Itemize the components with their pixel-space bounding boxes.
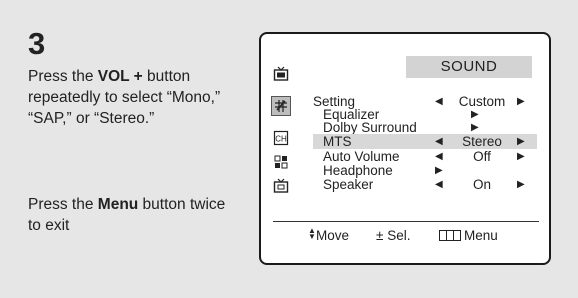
plus-minus-icon: ± [376,228,384,243]
footer-menu: Menu [439,227,498,245]
footer-menu-label: Menu [464,228,498,243]
footer-select: ± Sel. [376,227,410,245]
footer-move-label: Move [316,228,350,243]
sound-icon[interactable] [271,96,291,116]
function-icon[interactable] [271,152,291,172]
menu-row-label: Auto Volume [323,149,400,164]
vol-plus-button-label: VOL + [97,68,143,85]
menu-row-label: Dolby Surround [323,120,417,135]
menu-row-mts[interactable]: MTS ◀ Stereo ▶ [313,134,537,149]
left-arrow-icon[interactable]: ◀ [435,134,443,149]
left-arrow-icon[interactable]: ◀ [435,149,443,164]
menu-row-label: MTS [323,134,352,149]
left-arrow-icon[interactable]: ◀ [435,177,443,192]
menu-button-label: Menu [97,196,139,213]
channel-icon[interactable]: CH [271,128,291,148]
step-number: 3 [28,26,47,61]
menu-row-value: On [472,177,491,192]
menu-button-icon [439,230,461,241]
right-arrow-icon[interactable]: ▶ [517,149,525,164]
footer-select-label: Sel. [387,228,411,243]
sound-menu-panel: CH SOUND Setting ◀ Custom ▶ Equalizer ▶ … [259,32,551,265]
sound-menu-title: SOUND [406,56,532,78]
svg-text:CH: CH [275,135,287,144]
footer-move: ▲▼Move [308,227,349,245]
menu-row-headphone[interactable]: Headphone ▶ [313,163,537,178]
menu-row-speaker[interactable]: Speaker ◀ On ▶ [313,177,537,192]
menu-row-value: Stereo [462,134,502,149]
right-arrow-icon[interactable]: ▶ [517,177,525,192]
setup-icon[interactable] [271,176,291,196]
menu-row-label: Speaker [323,177,374,192]
menu-row-label: Headphone [323,163,393,178]
up-down-arrow-icon: ▲▼ [308,226,316,241]
instruction-vol: Press the VOL + button repeatedly to sel… [28,68,221,127]
menu-row-dolby-surround[interactable]: Dolby Surround ▶ [313,120,537,135]
right-arrow-icon[interactable]: ▶ [517,134,525,149]
menu-row-auto-volume[interactable]: Auto Volume ◀ Off ▶ [313,149,537,164]
right-arrow-icon[interactable]: ▶ [471,120,479,135]
instruction-menu: Press the Menu button twice to exit [28,196,226,234]
menu-row-value: Off [473,149,491,164]
footer-divider [273,221,539,222]
right-arrow-icon[interactable]: ▶ [435,163,443,178]
tv-picture-icon[interactable] [271,64,291,84]
